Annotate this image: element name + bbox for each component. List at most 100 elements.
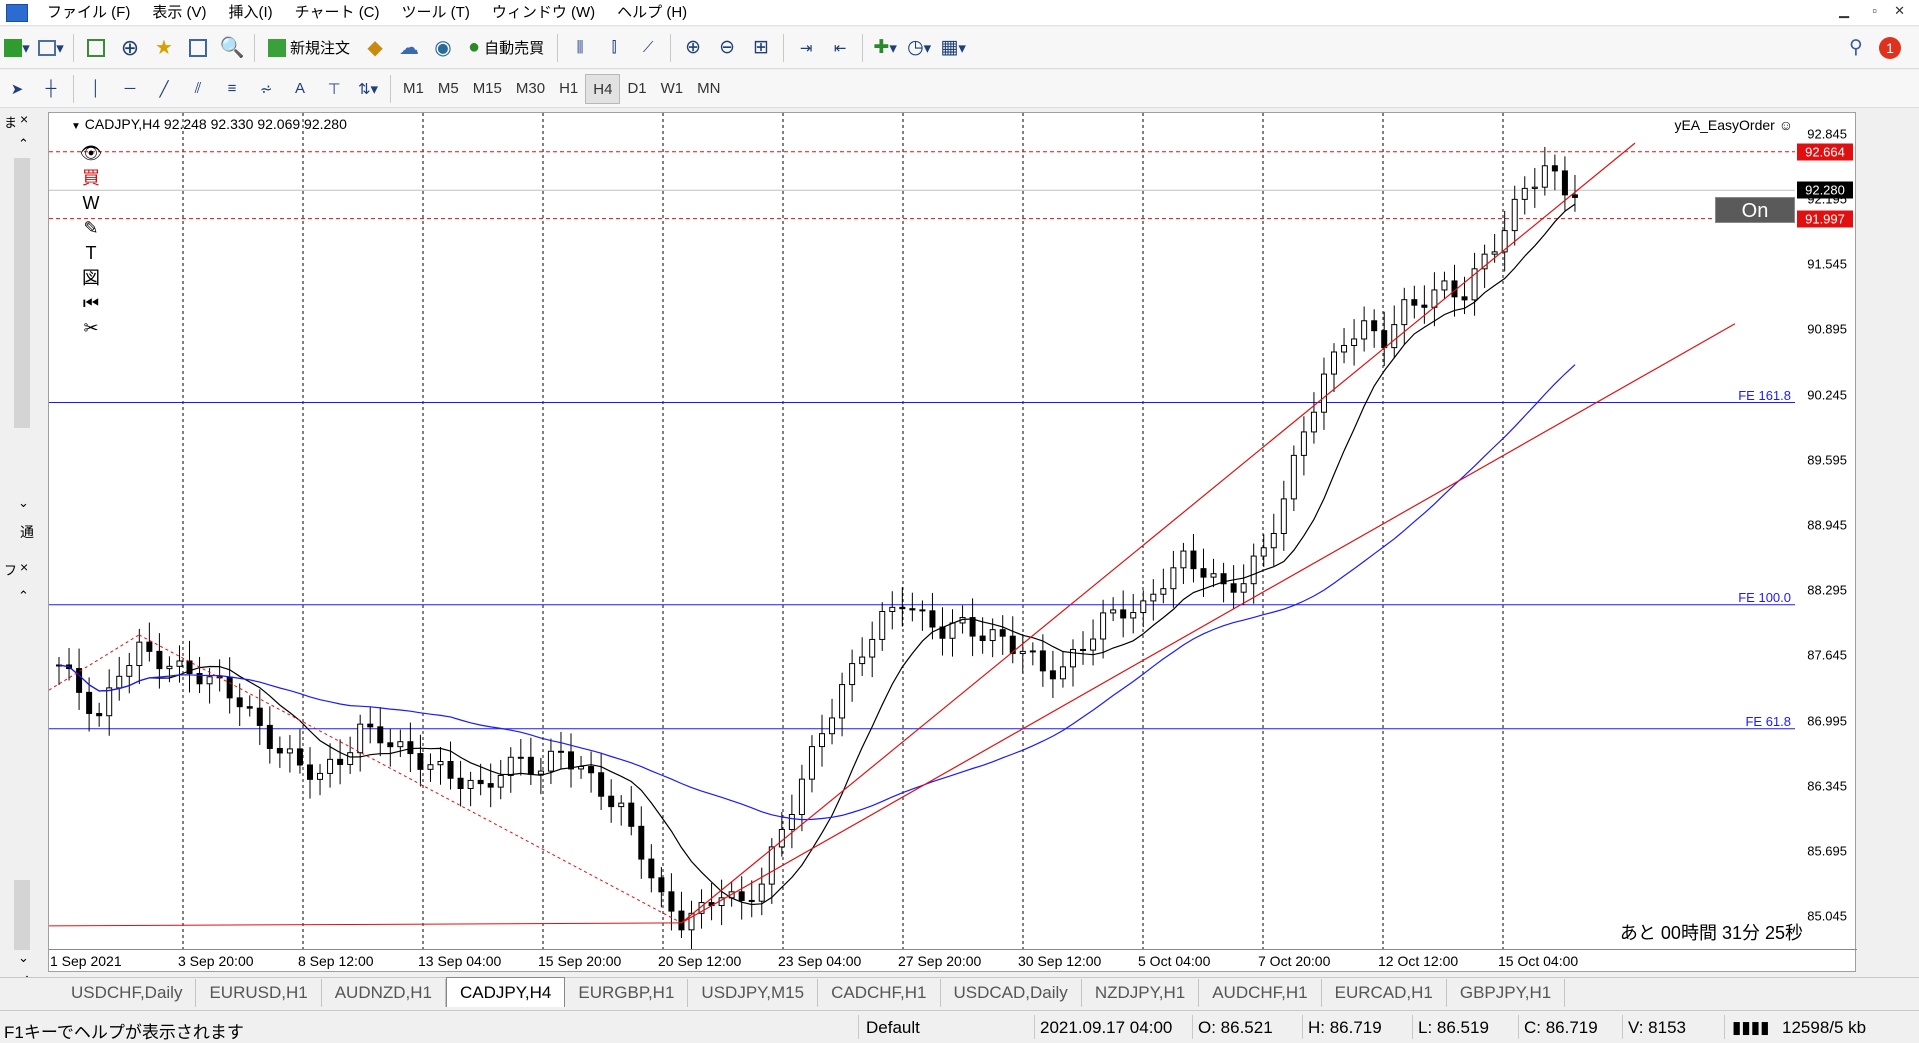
ea-on-button[interactable]: On [1715,197,1795,223]
candle-body [1230,583,1237,593]
new-order-button[interactable]: 新規注文 [262,32,356,64]
chart-tab[interactable]: AUDCHF,H1 [1199,979,1322,1007]
chart-tab[interactable]: USDCHF,Daily [58,979,197,1007]
navigator-button[interactable]: ★ [149,32,179,64]
ea-tool-2[interactable]: W [79,191,103,215]
app-icon[interactable] [6,3,28,22]
search-button[interactable]: ⚲ [1841,32,1871,64]
bar-chart-button[interactable]: ⫼ [565,32,595,64]
candlestick-icon: ⫿ [611,39,617,56]
time-axis[interactable]: 1 Sep 2021 3 Sep 20:00 8 Sep 12:00 13 Sep 0… [49,949,1857,971]
chart-window[interactable]: ▼ CADJPY,H4 92.248 92.330 92.069 92.280 … [48,112,1857,973]
periods-button[interactable]: ◷ ▾ [904,32,934,64]
auto-trade-button[interactable]: ● 自動売買 [462,32,550,64]
close-panel-top-icon[interactable]: × [20,111,28,127]
zoom-in-button[interactable]: ⊕ [678,32,708,64]
market-button[interactable]: ◉ [428,32,458,64]
timeframe-m30[interactable]: M30 [509,74,552,104]
menu-item-0[interactable]: ファイル (F) [36,0,141,26]
chart-tab[interactable]: GBPJPY,H1 [1447,979,1566,1007]
profiles-button[interactable]: ▾ [36,32,66,64]
new-chart-button[interactable]: ▾ [2,32,32,64]
templates-button[interactable]: ▦ ▾ [938,32,968,64]
data-window-button[interactable]: ⊕ [115,32,145,64]
chart-tab[interactable]: USDJPY,M15 [688,979,819,1007]
scroll-up-icon[interactable]: ⌃ [18,136,29,152]
ea-tool-6[interactable]: ⏮ [79,291,103,315]
text-button[interactable]: A [285,73,315,105]
indicators-button[interactable]: ✚ ▾ [870,32,900,64]
chart-tab[interactable]: AUDNZD,H1 [322,979,447,1007]
chart-tab[interactable]: CADCHF,H1 [818,979,941,1007]
menu-item-3[interactable]: チャート (C) [284,0,391,26]
price-scale[interactable]: 92.845 92.195 91.545 90.895 90.245 89.595 88.9… [1793,113,1855,951]
menu-item-4[interactable]: ツール (T) [391,0,481,26]
text-icon: A [294,80,305,97]
chart-tab[interactable]: CADJPY,H4 [446,977,566,1007]
candle-body [417,753,424,770]
close-icon[interactable]: ✕ [1894,3,1905,19]
candle-chart-button[interactable]: ⫿ [599,32,629,64]
chart-tab[interactable]: EURGBP,H1 [565,979,689,1007]
crosshair-icon: ┼ [45,80,57,97]
timeframe-h4[interactable]: H4 [585,73,621,104]
market-watch-button[interactable] [81,32,111,64]
ea-tool-1[interactable]: 買 [79,166,103,190]
ea-tool-4[interactable]: T [79,241,103,265]
menu-item-5[interactable]: ウィンドウ (W) [481,0,606,26]
timeframe-m5[interactable]: M5 [431,74,466,104]
chart-tab[interactable]: USDCAD,Daily [941,979,1082,1007]
tester-button[interactable]: 🔍 [217,32,247,64]
chart-tab[interactable]: NZDJPY,H1 [1082,979,1200,1007]
ea-tool-3[interactable]: ✎ [79,216,103,240]
chart-shift-button[interactable]: ⇤ [825,32,855,64]
fibo-button[interactable]: ≡ [217,73,247,105]
timeframe-d1[interactable]: D1 [620,74,653,104]
price-chart[interactable] [49,113,1857,973]
crosshair-button[interactable]: ┼ [36,73,66,105]
fibo-fan-button[interactable]: ⩫ [251,73,281,105]
cursor-button[interactable]: ➤ [2,73,32,105]
chart-tab[interactable]: EURUSD,H1 [196,979,322,1007]
menu-item-6[interactable]: ヘルプ (H) [606,0,698,26]
signals-button[interactable]: ☁ [394,32,424,64]
scrollbar-thumb[interactable] [14,158,30,428]
scroll-down-icon[interactable]: ⌄ [18,495,29,511]
timeframe-m15[interactable]: M15 [466,74,509,104]
metaeditor-button[interactable]: ◆ [360,32,390,64]
scroll-up-2-icon[interactable]: ⌃ [18,588,29,604]
terminal-button[interactable] [183,32,213,64]
close-panel-bottom-icon[interactable]: × [20,559,28,575]
notifications-button[interactable]: 1 [1875,32,1905,64]
menu-item-2[interactable]: 挿入(I) [218,0,284,26]
panel-tab-label[interactable]: 通 [20,522,34,542]
scrollbar-thumb-2[interactable] [14,880,30,950]
arrows-button[interactable]: ⇅ ▾ [353,73,383,105]
ea-tool-5[interactable]: 図 [79,266,103,290]
candle-body [1250,555,1257,585]
line-chart-button[interactable]: ⟋ [633,32,663,64]
candle-body [748,899,755,902]
candle-body [467,779,474,789]
zoom-out-button[interactable]: ⊖ [712,32,742,64]
timeframe-h1[interactable]: H1 [552,74,585,104]
scroll-down-2-icon[interactable]: ⌄ [18,950,29,966]
timeframe-mn[interactable]: MN [690,74,727,104]
candle-body [1130,612,1137,619]
chart-tab[interactable]: EURCAD,H1 [1322,979,1447,1007]
dropdown-arrow-icon[interactable]: ▼ [71,121,81,132]
ea-tool-7[interactable]: ✂ [79,316,103,340]
auto-scroll-button[interactable]: ⇥ [791,32,821,64]
vertical-line-button[interactable]: │ [81,73,111,105]
menu-item-1[interactable]: 表示 (V) [141,0,217,26]
minimize-icon[interactable]: ▁ [1839,3,1849,19]
restore-icon[interactable]: ▫ [1872,3,1877,18]
equidistant-channel-button[interactable]: ⫽ [183,73,213,105]
ea-tool-0[interactable]: 👁 [79,141,103,165]
tile-windows-button[interactable]: ⊞ [746,32,776,64]
text-label-button[interactable]: ⊤ [319,73,349,105]
timeframe-w1[interactable]: W1 [654,74,691,104]
timeframe-m1[interactable]: M1 [396,74,431,104]
horizontal-line-button[interactable]: ─ [115,73,145,105]
trendline-button[interactable]: ╱ [149,73,179,105]
